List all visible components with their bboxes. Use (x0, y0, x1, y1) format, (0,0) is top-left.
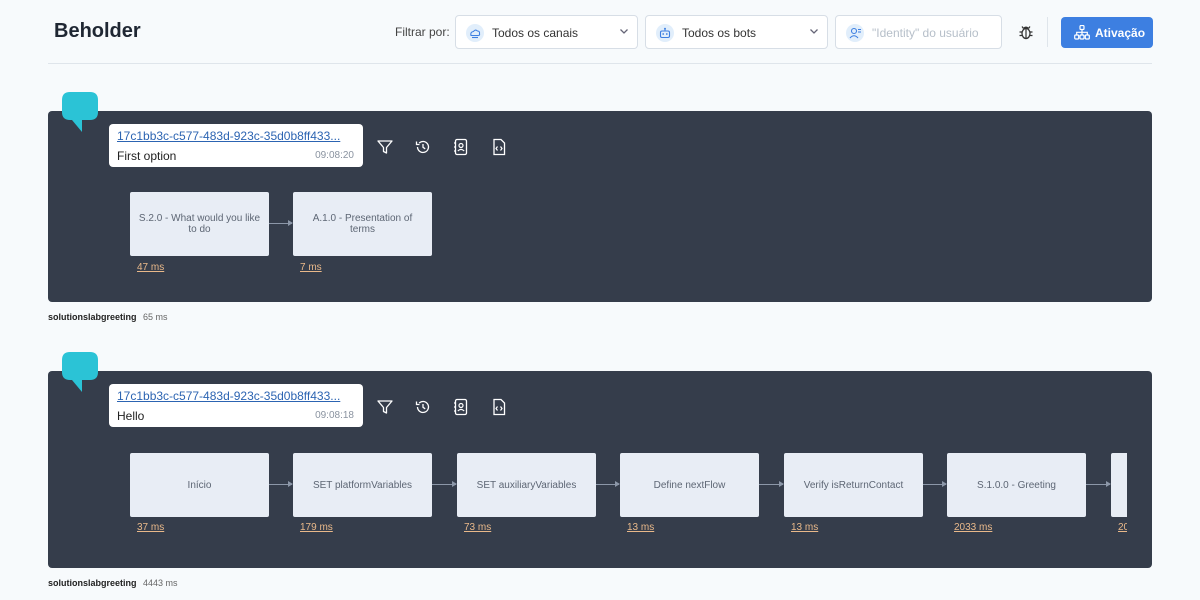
node-duration-link[interactable]: 13 ms (791, 522, 818, 533)
top-bar: Beholder Filtrar por: Todos os canais To… (48, 0, 1153, 64)
flow-node[interactable]: S.2.0 - What would you like to do (130, 192, 269, 256)
message-card: 17c1bb3c-c577-483d-923c-35d0b8ff433... F… (109, 124, 363, 167)
flow-node[interactable]: SET auxiliaryVariables (457, 453, 596, 517)
message-time: 09:08:18 (315, 410, 354, 421)
node-duration-link[interactable]: 179 ms (300, 522, 333, 533)
identity-placeholder: "Identity" do usuário (872, 26, 979, 40)
node-duration-link[interactable]: 13 ms (627, 522, 654, 533)
chevron-down-icon (810, 29, 818, 34)
flow-edge (268, 481, 293, 487)
bot-total-time: 65 ms (143, 312, 168, 322)
activation-button[interactable]: Ativação (1061, 17, 1153, 48)
trace-id-link[interactable]: 17c1bb3c-c577-483d-923c-35d0b8ff433... (117, 389, 340, 403)
node-duration-link[interactable]: 2033 ms (954, 522, 992, 533)
activation-button-label: Ativação (1095, 26, 1146, 40)
contact-icon[interactable] (452, 138, 470, 156)
trace-id-link[interactable]: 17c1bb3c-c577-483d-923c-35d0b8ff433... (117, 129, 340, 143)
filter-label: Filtrar por: (395, 25, 450, 39)
history-icon[interactable] (414, 138, 432, 156)
hierarchy-icon (1074, 25, 1090, 40)
flow-node[interactable]: Define nextFlow (620, 453, 759, 517)
node-duration-link[interactable]: 73 ms (464, 522, 491, 533)
flow-edge (922, 481, 947, 487)
contact-icon[interactable] (452, 398, 470, 416)
bot-select[interactable]: Todos os bots (645, 15, 828, 49)
flow-edge (759, 481, 784, 487)
user-icon (846, 24, 864, 42)
channel-select-value: Todos os canais (492, 26, 579, 40)
chevron-down-icon (620, 29, 628, 34)
message-time: 09:08:20 (315, 150, 354, 161)
flow-node[interactable]: Início (130, 453, 269, 517)
channel-icon (466, 24, 484, 42)
flow-node[interactable]: S.1.0.0 - Greeting (947, 453, 1086, 517)
bot-total-time: 4443 ms (143, 578, 178, 588)
node-duration-link[interactable]: 47 ms (137, 262, 164, 273)
overflow-mask (1127, 449, 1152, 549)
flow-node[interactable]: A.1.0 - Presentation of terms (293, 192, 432, 256)
bug-icon[interactable] (1017, 23, 1035, 41)
code-icon[interactable] (490, 138, 508, 156)
chat-bubble-icon (62, 352, 98, 392)
code-icon[interactable] (490, 398, 508, 416)
flow-edge (432, 481, 457, 487)
identity-input[interactable]: "Identity" do usuário (835, 15, 1002, 49)
bot-name: solutionslabgreeting (48, 312, 137, 322)
message-card: 17c1bb3c-c577-483d-923c-35d0b8ff433... H… (109, 384, 363, 427)
node-duration-link[interactable]: 7 ms (300, 262, 322, 273)
flow-node[interactable]: Verify isReturnContact (784, 453, 923, 517)
message-text: First option (117, 149, 177, 163)
bot-name: solutionslabgreeting (48, 578, 137, 588)
bot-select-value: Todos os bots (682, 26, 757, 40)
node-duration-link[interactable]: 37 ms (137, 522, 164, 533)
message-text: Hello (117, 409, 145, 423)
flow-node[interactable]: SET platformVariables (293, 453, 432, 517)
channel-select[interactable]: Todos os canais (455, 15, 638, 49)
flow-edge (595, 481, 620, 487)
flow-edge (1086, 481, 1111, 487)
divider (1047, 17, 1048, 47)
filter-icon[interactable] (376, 398, 394, 416)
history-icon[interactable] (414, 398, 432, 416)
app-title: Beholder (54, 20, 141, 42)
bot-icon (656, 24, 674, 42)
flow-edge (268, 220, 293, 226)
chat-bubble-icon (62, 92, 98, 132)
filter-icon[interactable] (376, 138, 394, 156)
